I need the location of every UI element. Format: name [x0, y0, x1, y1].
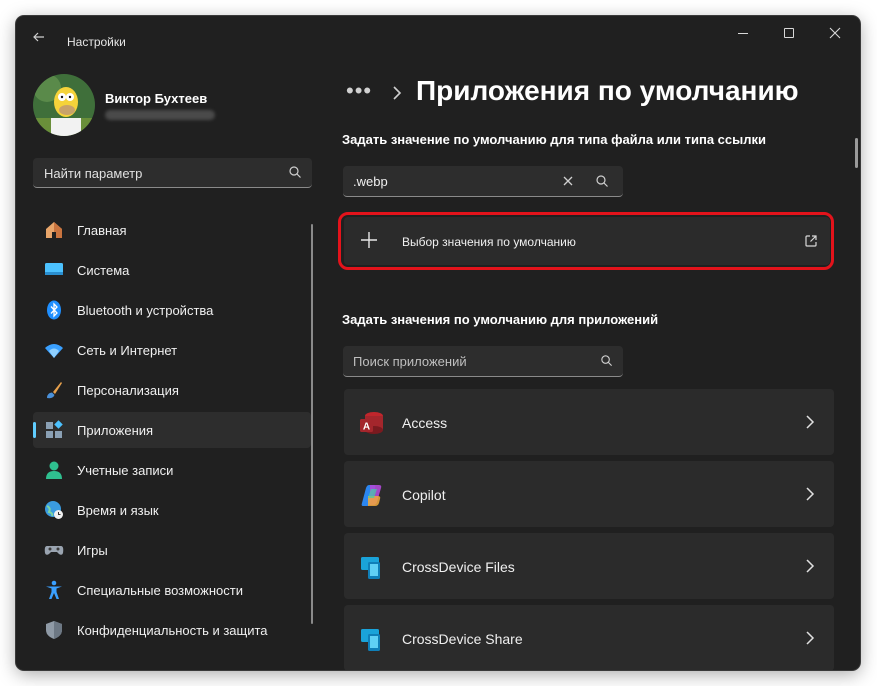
filetype-section-label: Задать значение по умолчанию для типа фа… — [342, 132, 766, 147]
filetype-search-value: .webp — [353, 174, 388, 189]
sidebar-item-label: Система — [77, 263, 130, 278]
app-label: Copilot — [402, 487, 446, 503]
access-icon: A — [360, 412, 383, 434]
sidebar-item-accessibility[interactable]: Специальные возможности — [33, 572, 311, 608]
settings-search-placeholder: Найти параметр — [44, 166, 143, 181]
user-email-blurred — [105, 110, 215, 120]
wifi-icon — [45, 344, 63, 358]
highlight-frame — [338, 212, 834, 270]
app-label: Access — [402, 415, 448, 431]
back-arrow-icon[interactable] — [28, 26, 50, 48]
globe-clock-icon — [45, 501, 63, 519]
filetype-search-input[interactable]: .webp — [343, 166, 623, 197]
sidebar-item-bluetooth[interactable]: Bluetooth и устройства — [33, 292, 311, 328]
sidebar-item-system[interactable]: Система — [33, 252, 311, 288]
close-icon[interactable] — [812, 22, 858, 44]
account-icon — [46, 461, 62, 479]
avatar[interactable] — [33, 74, 95, 136]
search-icon — [289, 166, 301, 178]
crossdevice-icon — [361, 557, 380, 579]
clear-icon[interactable] — [561, 174, 575, 188]
sidebar-item-label: Время и язык — [77, 503, 159, 518]
search-icon — [601, 355, 613, 367]
app-title: Настройки — [67, 35, 126, 49]
sidebar-item-label: Специальные возможности — [77, 583, 243, 598]
chevron-right-icon — [806, 559, 815, 573]
bluetooth-icon — [47, 300, 61, 320]
sidebar-item-label: Игры — [77, 543, 108, 558]
brush-icon — [47, 382, 62, 399]
app-row-crossdevice-share[interactable]: CrossDevice Share — [344, 605, 834, 670]
sidebar-item-label: Персонализация — [77, 383, 179, 398]
maximize-icon[interactable] — [766, 22, 812, 44]
chevron-right-icon — [806, 487, 815, 501]
app-row-copilot[interactable]: Copilot — [344, 461, 834, 527]
sidebar-item-label: Учетные записи — [77, 463, 174, 478]
gamepad-icon — [44, 546, 64, 555]
sidebar-item-label: Конфиденциальность и защита — [77, 623, 268, 638]
sidebar-item-time-language[interactable]: Время и язык — [33, 492, 311, 528]
sidebar-item-apps[interactable]: Приложения — [33, 412, 311, 448]
breadcrumb-more-button[interactable]: ••• — [346, 78, 372, 104]
sidebar-item-privacy[interactable]: Конфиденциальность и защита — [33, 612, 311, 648]
minimize-icon[interactable] — [720, 22, 766, 44]
user-name: Виктор Бухтеев — [105, 91, 208, 106]
main-scrollbar[interactable] — [855, 138, 858, 168]
breadcrumb-chevron-icon — [393, 86, 402, 100]
apps-section-label: Задать значения по умолчанию для приложе… — [342, 312, 659, 327]
apps-search-placeholder: Поиск приложений — [353, 354, 467, 369]
page-title: Приложения по умолчанию — [416, 75, 799, 106]
home-icon — [46, 222, 62, 238]
sidebar-item-network[interactable]: Сеть и Интернет — [33, 332, 311, 368]
copilot-icon — [361, 485, 382, 506]
system-icon — [45, 263, 63, 275]
sidebar-item-gaming[interactable]: Игры — [33, 532, 311, 568]
sidebar-item-personalization[interactable]: Персонализация — [33, 372, 311, 408]
app-row-access[interactable]: A Access — [344, 389, 834, 455]
app-row-crossdevice-files[interactable]: CrossDevice Files — [344, 533, 834, 599]
chevron-right-icon — [806, 415, 815, 429]
accessibility-icon — [46, 580, 62, 599]
chevron-right-icon — [806, 631, 815, 645]
search-icon[interactable] — [595, 174, 609, 188]
app-label: CrossDevice Share — [402, 631, 523, 647]
svg-text:A: A — [363, 422, 370, 433]
crossdevice-icon — [361, 629, 380, 651]
shield-icon — [46, 621, 62, 639]
app-label: CrossDevice Files — [402, 559, 515, 575]
settings-search-input[interactable]: Найти параметр — [33, 158, 312, 188]
title-bar: Настройки — [16, 16, 860, 56]
sidebar-item-accounts[interactable]: Учетные записи — [33, 452, 311, 488]
apps-icon — [46, 420, 63, 438]
apps-search-input[interactable]: Поиск приложений — [343, 346, 623, 377]
sidebar-item-label: Сеть и Интернет — [77, 343, 178, 358]
sidebar-scrollbar[interactable] — [311, 224, 313, 624]
sidebar-item-label: Bluetooth и устройства — [77, 303, 214, 318]
sidebar-item-home[interactable]: Главная — [33, 212, 311, 248]
sidebar-item-label: Главная — [77, 223, 127, 238]
settings-window: Настройки Виктор Бухтеев Найти параметр — [16, 16, 860, 670]
sidebar-item-label: Приложения — [77, 423, 154, 438]
